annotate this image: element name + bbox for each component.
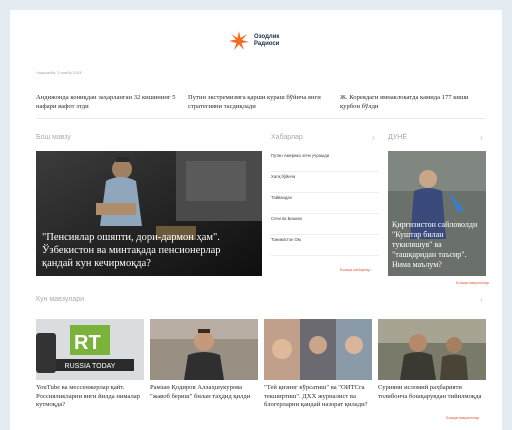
svg-text:RT: RT (74, 332, 101, 354)
thumb-label: RUSSIA TODAY (65, 363, 116, 370)
day-card-2[interactable]: Рамзан Қодиров Аллаҳшукурова "жавоб бери… (150, 319, 258, 401)
day-section-title[interactable]: Кун мавзулари (36, 296, 84, 303)
day-card-4[interactable]: Сурияни исломий раҳбарияти толибонча бош… (378, 319, 486, 401)
card-thumbnail (264, 319, 372, 380)
top-news-item-3[interactable]: Ж. Кореядаги ямнаклокатда камида 177 киш… (340, 93, 486, 111)
day-chevron-icon[interactable]: › (480, 295, 483, 304)
world-hero-card[interactable]: Қирғизистон сайловолди "Куштар билан тук… (388, 151, 486, 276)
card-thumbnail: RT RUSSIA TODAY (36, 319, 144, 380)
day-more-link[interactable]: Бошқа мақолалар (446, 415, 479, 420)
day-card-3[interactable]: "Тей қизинг кўрсатиш" ва "ОИТСга текширт… (264, 319, 372, 410)
card-thumbnail (378, 319, 486, 380)
world-hero-title[interactable]: Қирғизистон сайловолди "Куштар билан тук… (392, 220, 482, 270)
news-item[interactable]: Тожикистон Ом (271, 235, 379, 256)
world-section-title[interactable]: ДУНЁ (388, 134, 407, 141)
news-more-link[interactable]: Бошқа хабарлар (340, 267, 371, 272)
top-news-item-2[interactable]: Путин экстремизмга қарши кураш бўйича ян… (188, 93, 334, 111)
news-section-title[interactable]: Хабарлар (271, 134, 303, 141)
world-chevron-icon[interactable]: › (480, 133, 483, 142)
radio-star-icon (229, 31, 249, 50)
world-more-link[interactable]: Бошқа мақолалар (456, 280, 489, 285)
logo-line2: Радиоси (254, 41, 280, 47)
main-section-title[interactable]: Бош мавзу (36, 134, 71, 141)
page: Озодлик Радиоси Чоршанба, 3 ноябр 2021 А… (10, 10, 502, 430)
divider (36, 118, 486, 119)
site-logo[interactable]: Озодлик Радиоси (228, 30, 279, 52)
date-line: Чоршанба, 3 ноябр 2021 (36, 70, 82, 75)
card-caption[interactable]: Сурияни исломий раҳбарияти толибонча бош… (378, 384, 486, 401)
main-hero-title[interactable]: "Пенсиялар ошяпти, дори-дармон ҳам". Ўзб… (42, 231, 252, 270)
day-card-1[interactable]: RT RUSSIA TODAY YouTube ва мессенжерлар … (36, 319, 144, 410)
news-item[interactable]: Путин Америка элчи учрашди (271, 151, 379, 172)
card-thumbnail (150, 319, 258, 380)
news-chevron-icon[interactable]: › (372, 133, 375, 142)
news-item[interactable]: Сочи ва Бишкек (271, 214, 379, 235)
card-caption[interactable]: "Тей қизинг кўрсатиш" ва "ОИТСга текширт… (264, 384, 372, 410)
card-caption[interactable]: Рамзан Қодиров Аллаҳшукурова "жавоб бери… (150, 384, 258, 401)
news-list: Путин Америка элчи учрашди Халқ бўйича Т… (271, 151, 379, 256)
main-hero-card[interactable]: "Пенсиялар ошяпти, дори-дармон ҳам". Ўзб… (36, 151, 262, 276)
card-caption[interactable]: YouTube ва мессенжерлар қайт. Россияликл… (36, 384, 144, 410)
logo-wordmark: Озодлик Радиоси (254, 34, 279, 48)
top-news-item-1[interactable]: Андижонда кониқдан заҳарланган 32 кишини… (36, 93, 182, 111)
news-item[interactable]: Тайвандан (271, 193, 379, 214)
logo-line1: Озодлик (254, 34, 280, 40)
news-item[interactable]: Халқ бўйича (271, 172, 379, 193)
top-news-strip: Андижонда кониқдан заҳарланган 32 кишини… (36, 93, 486, 111)
